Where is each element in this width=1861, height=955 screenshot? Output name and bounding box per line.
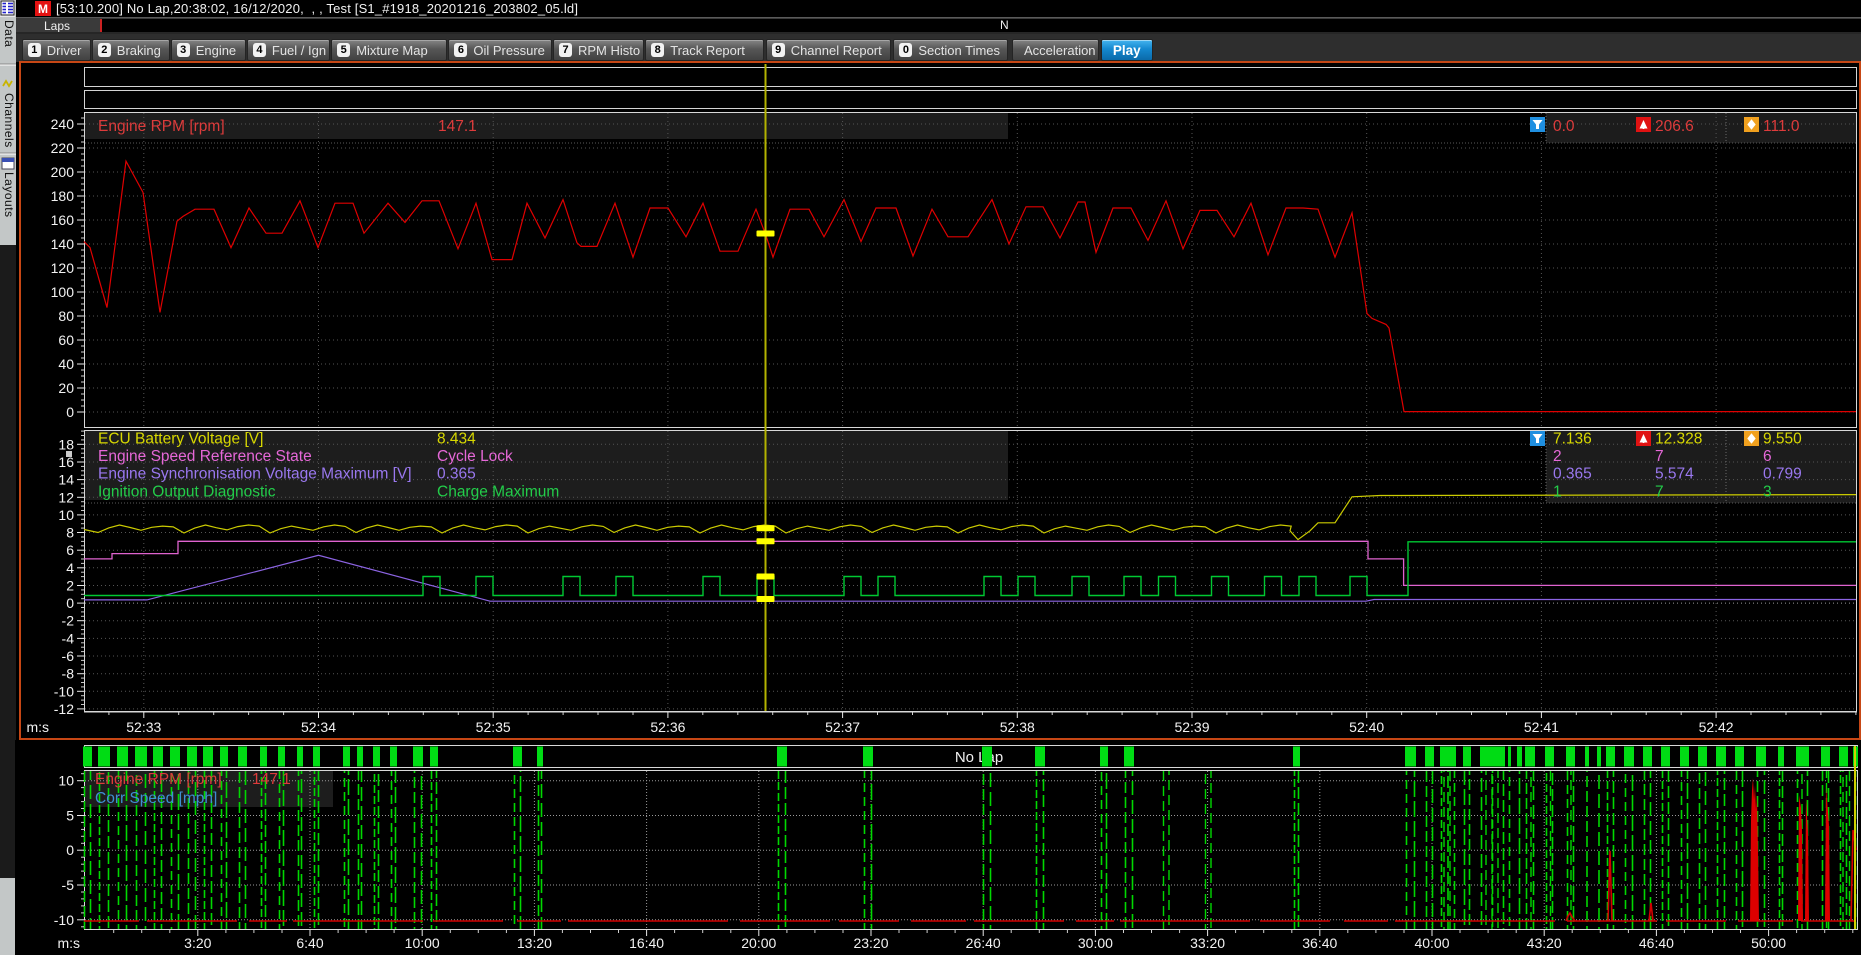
svg-text:2: 2 bbox=[1553, 448, 1562, 465]
svg-text:1: 1 bbox=[1553, 483, 1562, 500]
svg-text:36:40: 36:40 bbox=[1302, 935, 1337, 951]
svg-text:20: 20 bbox=[58, 380, 74, 396]
svg-text:52:35: 52:35 bbox=[476, 719, 511, 735]
svg-text:147.1: 147.1 bbox=[252, 771, 291, 788]
svg-text:Charge Maximum: Charge Maximum bbox=[437, 483, 559, 500]
svg-text:23:20: 23:20 bbox=[853, 935, 888, 951]
svg-text:Engine RPM [rpm]: Engine RPM [rpm] bbox=[98, 118, 225, 135]
svg-text:0.365: 0.365 bbox=[1553, 466, 1592, 483]
svg-text:30:00: 30:00 bbox=[1078, 935, 1113, 951]
svg-text:0.799: 0.799 bbox=[1763, 466, 1802, 483]
svg-text:3: 3 bbox=[1763, 483, 1772, 500]
svg-text:-10: -10 bbox=[54, 912, 74, 928]
svg-text:220: 220 bbox=[51, 140, 75, 156]
svg-text:147.1: 147.1 bbox=[438, 118, 477, 135]
svg-text:No Lap: No Lap bbox=[955, 749, 1003, 766]
svg-text:52:33: 52:33 bbox=[126, 719, 161, 735]
svg-text:0.365: 0.365 bbox=[437, 466, 476, 483]
svg-text:Cycle Lock: Cycle Lock bbox=[437, 448, 513, 465]
svg-text:6: 6 bbox=[1763, 448, 1772, 465]
svg-text:3:20: 3:20 bbox=[184, 935, 211, 951]
svg-text:m:s: m:s bbox=[26, 719, 49, 735]
svg-text:26:40: 26:40 bbox=[966, 935, 1001, 951]
svg-text:8: 8 bbox=[66, 525, 74, 541]
svg-text:-12: -12 bbox=[54, 701, 74, 717]
svg-text:40: 40 bbox=[58, 356, 74, 372]
svg-text:-4: -4 bbox=[62, 630, 75, 646]
svg-text:80: 80 bbox=[58, 308, 74, 324]
svg-text:140: 140 bbox=[51, 236, 75, 252]
svg-text:206.6: 206.6 bbox=[1655, 118, 1694, 135]
svg-text:52:42: 52:42 bbox=[1699, 719, 1734, 735]
svg-text:52:40: 52:40 bbox=[1349, 719, 1384, 735]
svg-text:20:00: 20:00 bbox=[741, 935, 776, 951]
svg-text:0: 0 bbox=[66, 842, 74, 858]
svg-text:0.0: 0.0 bbox=[1553, 118, 1575, 135]
svg-text:Engine Synchronisation Voltage: Engine Synchronisation Voltage Maximum [… bbox=[98, 466, 412, 483]
svg-text:200: 200 bbox=[51, 164, 75, 180]
svg-text:5: 5 bbox=[66, 808, 74, 824]
svg-text:160: 160 bbox=[51, 212, 75, 228]
svg-text:7.136: 7.136 bbox=[1553, 431, 1592, 448]
svg-text:10:00: 10:00 bbox=[405, 935, 440, 951]
svg-text:-8: -8 bbox=[62, 666, 75, 682]
svg-text:52:37: 52:37 bbox=[825, 719, 860, 735]
svg-text:43:20: 43:20 bbox=[1527, 935, 1562, 951]
svg-text:Engine RPM [rpm]: Engine RPM [rpm] bbox=[95, 771, 222, 788]
svg-text:Corr Speed [mph]: Corr Speed [mph] bbox=[95, 790, 217, 807]
svg-text:52:38: 52:38 bbox=[1000, 719, 1035, 735]
svg-text:46:40: 46:40 bbox=[1639, 935, 1674, 951]
svg-text:9.550: 9.550 bbox=[1763, 431, 1802, 448]
svg-text:10: 10 bbox=[58, 773, 74, 789]
svg-text:-6: -6 bbox=[62, 648, 75, 664]
svg-text:52:41: 52:41 bbox=[1524, 719, 1559, 735]
svg-text:6: 6 bbox=[66, 542, 74, 558]
svg-text:33:20: 33:20 bbox=[1190, 935, 1225, 951]
svg-text:52:39: 52:39 bbox=[1174, 719, 1209, 735]
svg-text:120: 120 bbox=[51, 260, 75, 276]
svg-text:5.574: 5.574 bbox=[1655, 466, 1694, 483]
svg-text:ECU Battery Voltage [V]: ECU Battery Voltage [V] bbox=[98, 431, 263, 448]
svg-text:13:20: 13:20 bbox=[517, 935, 552, 951]
svg-text:-10: -10 bbox=[54, 683, 74, 699]
svg-text:40:00: 40:00 bbox=[1414, 935, 1449, 951]
svg-text:Engine Speed Reference State: Engine Speed Reference State bbox=[98, 448, 312, 465]
svg-text:-2: -2 bbox=[62, 613, 75, 629]
svg-text:8.434: 8.434 bbox=[437, 431, 476, 448]
svg-text:52:36: 52:36 bbox=[650, 719, 685, 735]
svg-text:240: 240 bbox=[51, 116, 75, 132]
svg-text:16:40: 16:40 bbox=[629, 935, 664, 951]
svg-text:7: 7 bbox=[1655, 483, 1664, 500]
svg-text:10: 10 bbox=[58, 507, 74, 523]
svg-text:m:s: m:s bbox=[57, 935, 80, 951]
svg-text:6:40: 6:40 bbox=[296, 935, 323, 951]
svg-text:7: 7 bbox=[1655, 448, 1664, 465]
svg-text:52:34: 52:34 bbox=[301, 719, 336, 735]
svg-text:14: 14 bbox=[58, 472, 74, 488]
svg-text:4: 4 bbox=[66, 560, 74, 576]
svg-text:180: 180 bbox=[51, 188, 75, 204]
svg-text:M: M bbox=[38, 2, 48, 16]
svg-text:-5: -5 bbox=[62, 877, 75, 893]
svg-text:0: 0 bbox=[66, 404, 74, 420]
svg-text:12.328: 12.328 bbox=[1655, 431, 1702, 448]
svg-text:60: 60 bbox=[58, 332, 74, 348]
svg-text:Ignition Output Diagnostic: Ignition Output Diagnostic bbox=[98, 483, 276, 500]
svg-text:50:00: 50:00 bbox=[1751, 935, 1786, 951]
svg-text:111.0: 111.0 bbox=[1763, 118, 1800, 135]
svg-text:18: 18 bbox=[58, 436, 74, 452]
svg-text:100: 100 bbox=[51, 284, 75, 300]
svg-text:0: 0 bbox=[66, 595, 74, 611]
svg-text:12: 12 bbox=[58, 489, 74, 505]
svg-text:2: 2 bbox=[66, 578, 74, 594]
